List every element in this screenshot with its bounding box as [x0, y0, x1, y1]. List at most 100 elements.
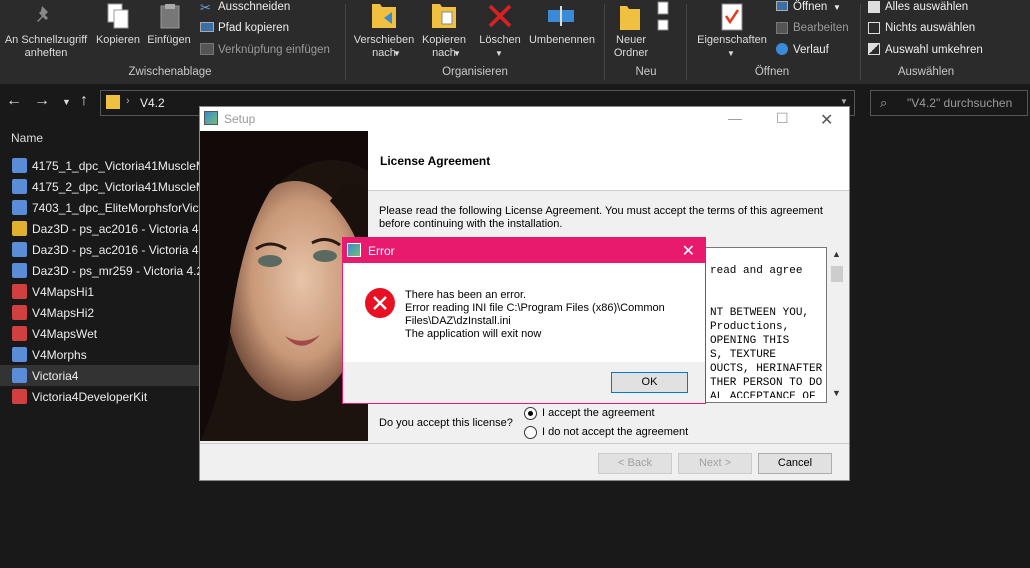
file-name: V4MapsWet — [32, 327, 98, 341]
recent-chevron-icon[interactable]: ▼ — [62, 97, 71, 107]
move-to-icon[interactable] — [370, 0, 398, 32]
cut-icon: ✂ — [200, 0, 211, 15]
installer-icon — [12, 158, 27, 173]
close-icon[interactable]: ✕ — [820, 110, 833, 130]
decline-radio[interactable] — [524, 426, 537, 439]
copy-icon[interactable] — [106, 2, 130, 30]
breadcrumb-chevron-icon: › — [126, 95, 130, 107]
chevron-down-icon: ▼ — [833, 3, 841, 12]
back-button[interactable]: < Back — [598, 453, 672, 474]
properties-icon[interactable] — [720, 2, 744, 32]
minimize-icon[interactable]: — — [728, 110, 742, 126]
open-group-label: Öffnen — [754, 66, 790, 78]
properties-button[interactable]: Eigenschaften — [692, 34, 772, 47]
select-all-icon — [868, 1, 880, 13]
ribbon-separator — [860, 4, 861, 80]
column-header-name[interactable]: Name — [11, 131, 43, 145]
file-list-item[interactable]: V4MapsWet — [0, 323, 200, 344]
accept-radio-label[interactable]: I accept the agreement — [542, 407, 655, 419]
address-dropdown-icon[interactable]: ▼ — [840, 97, 848, 106]
scroll-thumb[interactable] — [831, 266, 843, 282]
setup-icon — [12, 305, 27, 320]
cancel-button[interactable]: Cancel — [758, 453, 832, 474]
pin-quick-access-button[interactable]: An Schnellzugriff anheften — [0, 34, 92, 60]
pin-icon[interactable] — [34, 4, 56, 26]
accept-question: Do you accept this license? — [379, 417, 513, 429]
file-list-item[interactable]: Victoria4DeveloperKit — [0, 386, 200, 407]
breadcrumb-current[interactable]: V4.2 — [140, 96, 165, 110]
file-name: V4MapsHi2 — [32, 306, 95, 320]
new-group-label: Neu — [635, 66, 657, 78]
rename-icon[interactable] — [546, 4, 576, 28]
installer-icon — [12, 200, 27, 215]
organize-group-label: Organisieren — [442, 66, 508, 78]
file-name: 7403_1_dpc_EliteMorphsforVictoria4 — [32, 201, 200, 215]
ok-button[interactable]: OK — [611, 372, 688, 393]
maximize-icon[interactable]: ☐ — [776, 110, 789, 127]
copy-path-button[interactable]: Pfad kopieren — [218, 21, 289, 35]
new-item-icon[interactable] — [656, 0, 680, 34]
error-dialog: Error ✕ There has been an error. Error r… — [342, 237, 706, 404]
error-message: There has been an error. Error reading I… — [405, 289, 695, 341]
up-arrow-icon[interactable]: ↑ — [80, 92, 88, 110]
cut-button[interactable]: Ausschneiden — [218, 0, 290, 14]
file-list-item[interactable]: V4MapsHi1 — [0, 281, 200, 302]
file-name: Daz3D - ps_ac2016 - Victoria 4.2 — [32, 243, 200, 257]
error-message-line: Error reading INI file C:\Program Files … — [405, 302, 665, 327]
license-intro: Please read the following License Agreem… — [379, 205, 823, 230]
ribbon: An Schnellzugriff anheften Kopieren Einf… — [0, 0, 1030, 84]
file-list-item[interactable]: Daz3D - ps_mr259 - Victoria 4.2 — [0, 260, 200, 281]
select-all-button[interactable]: Alles auswählen — [885, 0, 968, 14]
file-list-item[interactable]: 7403_1_dpc_EliteMorphsforVictoria4 — [0, 197, 200, 218]
delete-icon[interactable] — [486, 2, 514, 30]
file-list-item[interactable]: V4Morphs — [0, 344, 200, 365]
installer-icon — [12, 368, 27, 383]
move-to-button[interactable]: Verschieben nach — [350, 34, 418, 60]
open-button[interactable]: Öffnen — [793, 0, 827, 14]
license-scrollbar[interactable]: ▲ ▼ — [828, 248, 846, 402]
file-list-item[interactable]: 4175_1_dpc_Victoria41MuscleMorphs — [0, 155, 200, 176]
history-button[interactable]: Verlauf — [793, 43, 829, 57]
paste-shortcut-button[interactable]: Verknüpfung einfügen — [218, 43, 330, 57]
setup-title: Setup — [224, 112, 256, 126]
file-list-item[interactable]: Daz3D - ps_ac2016 - Victoria 4.2 — [0, 218, 200, 239]
new-folder-button[interactable]: Neuer Ordner — [604, 34, 658, 60]
copy-button[interactable]: Kopieren — [94, 34, 142, 47]
error-titlebar[interactable]: Error ✕ — [343, 238, 705, 263]
rename-button[interactable]: Umbenennen — [524, 34, 600, 47]
setup-app-icon — [347, 243, 361, 257]
scroll-up-icon[interactable]: ▲ — [832, 249, 841, 259]
file-list-item[interactable]: V4MapsHi2 — [0, 302, 200, 323]
select-none-button[interactable]: Nichts auswählen — [885, 21, 975, 35]
installer-icon — [12, 347, 27, 362]
folder-icon — [106, 95, 120, 109]
license-line: NT BETWEEN YOU, — [710, 307, 810, 319]
forward-arrow-icon[interactable]: → — [34, 92, 50, 110]
paste-button[interactable]: Einfügen — [144, 34, 194, 47]
file-list-item[interactable]: Daz3D - ps_ac2016 - Victoria 4.2 — [0, 239, 200, 260]
delete-button[interactable]: Löschen — [474, 34, 526, 47]
history-icon — [776, 43, 788, 55]
paste-icon[interactable] — [159, 2, 181, 30]
license-line: OPENING THIS — [710, 335, 790, 347]
invert-selection-button[interactable]: Auswahl umkehren — [885, 43, 983, 57]
file-list-item[interactable]: Victoria4 — [0, 365, 200, 386]
next-button[interactable]: Next > — [678, 453, 752, 474]
license-line: OUCTS, HERINAFTER — [710, 363, 823, 375]
edit-button[interactable]: Bearbeiten — [793, 21, 849, 35]
copy-path-icon — [200, 22, 214, 32]
scroll-down-icon[interactable]: ▼ — [832, 388, 841, 398]
file-list-item[interactable]: 4175_2_dpc_Victoria41MuscleMorphs — [0, 176, 200, 197]
setup-app-icon — [204, 111, 218, 125]
copy-to-icon[interactable] — [430, 0, 458, 32]
back-arrow-icon[interactable]: ← — [6, 92, 22, 110]
footer-divider — [200, 443, 849, 444]
file-name: Daz3D - ps_mr259 - Victoria 4.2 — [32, 264, 200, 278]
search-icon: ⌕ — [880, 95, 888, 110]
decline-radio-label[interactable]: I do not accept the agreement — [542, 426, 688, 438]
close-icon[interactable]: ✕ — [682, 241, 695, 261]
accept-radio[interactable] — [524, 407, 537, 420]
new-folder-icon[interactable] — [618, 2, 642, 32]
setup-titlebar[interactable]: Setup — ☐ ✕ — [200, 107, 849, 131]
copy-to-button[interactable]: Kopieren nach — [418, 34, 470, 60]
